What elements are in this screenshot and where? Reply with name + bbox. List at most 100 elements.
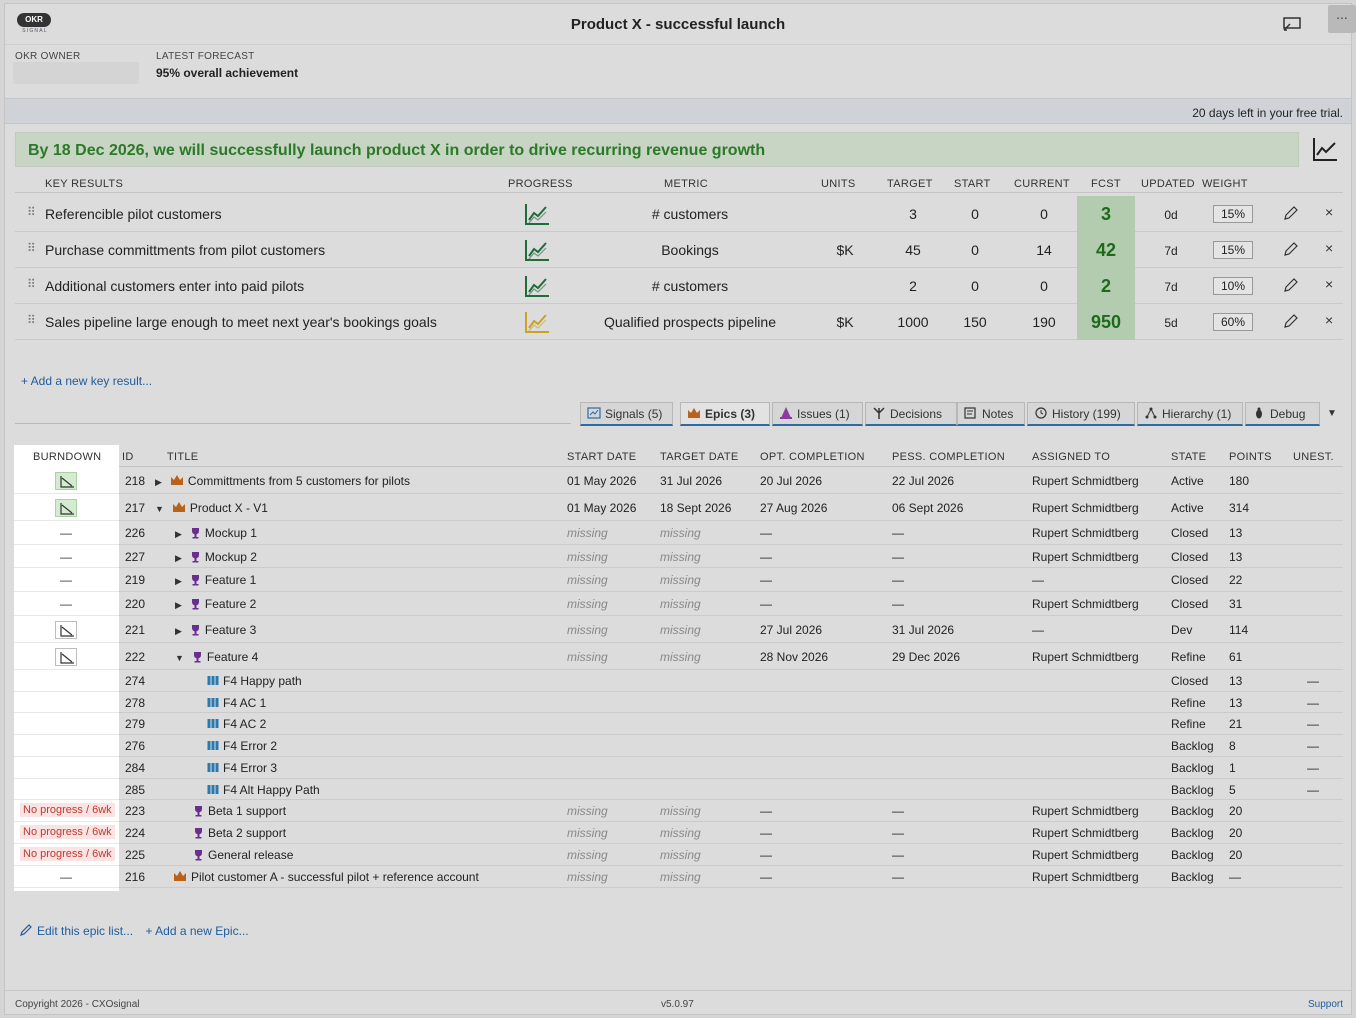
drag-handle-icon[interactable]: ⠿ [27,277,36,291]
drag-handle-icon[interactable]: ⠿ [27,313,36,327]
epic-row[interactable]: 218 ▶ Committments from 5 customers for pi… [119,467,1343,494]
kr-title[interactable]: Referencible pilot customers [45,206,222,222]
epic-row[interactable]: 284 F4 Error 3 Backlog 1 — [119,757,1343,779]
epic-title-cell[interactable]: ▼ Feature 4 [175,650,258,664]
epic-pess-completion: 22 Jul 2026 [892,474,955,488]
epic-title-cell[interactable]: F4 Happy path [207,674,302,688]
delete-icon[interactable]: × [1325,204,1333,220]
kr-weight-input[interactable]: 15% [1213,241,1253,259]
expand-toggle-icon[interactable]: ▶ [175,553,182,563]
progress-chart-icon[interactable] [524,202,550,226]
drag-handle-icon[interactable]: ⠿ [27,205,36,219]
tab-notes[interactable]: Notes [957,402,1025,426]
epic-row[interactable]: 221 ▶ Feature 3 missing missing 27 Jul 2026 31… [119,616,1343,643]
expand-toggle-icon[interactable]: ▶ [155,477,162,487]
epic-title-cell[interactable]: Beta 2 support [175,826,286,840]
progress-chart-icon[interactable] [524,274,550,298]
tab-label: Decisions [890,407,943,421]
burndown-chart-icon[interactable] [55,621,77,639]
collapse-toggle-icon[interactable]: ▼ [175,653,184,663]
epic-row[interactable]: 222 ▼ Feature 4 missing missing 28 Nov 2026 29… [119,643,1343,670]
epic-row[interactable]: 223 Beta 1 support missing missing — — Rupert … [119,800,1343,822]
key-result-row[interactable]: ⠿ Sales pipeline large enough to meet nex… [15,304,1343,340]
kr-title[interactable]: Purchase committments from pilot custome… [45,242,325,258]
burndown-chart-icon[interactable] [55,648,77,666]
burndown-chart-icon[interactable] [55,499,77,517]
key-result-row[interactable]: ⠿ Referencible pilot customers # customers… [15,196,1343,232]
progress-chart-icon[interactable] [524,238,550,262]
expand-toggle-icon[interactable]: ▶ [175,626,182,636]
tab-issues[interactable]: Issues (1) [772,402,863,426]
epic-title-cell[interactable]: ▼ Product X - V1 [155,501,268,515]
add-key-result-link[interactable]: + Add a new key result... [21,374,152,388]
kr-weight-input[interactable]: 10% [1213,277,1253,295]
tab-epics[interactable]: Epics (3) [680,402,770,426]
expand-toggle-icon[interactable]: ▶ [175,600,182,610]
kr-title[interactable]: Additional customers enter into paid pil… [45,278,304,294]
kr-title[interactable]: Sales pipeline large enough to meet next… [45,314,437,330]
collapse-toggle-icon[interactable]: ▼ [155,504,164,514]
epic-row[interactable]: 276 F4 Error 2 Backlog 8 — [119,735,1343,757]
key-result-row[interactable]: ⠿ Additional customers enter into paid pi… [15,268,1343,304]
epic-title-cell[interactable]: F4 Error 3 [207,761,277,775]
epic-row[interactable]: 219 ▶ Feature 1 missing missing — — — Closed 22 [119,568,1343,592]
trend-chart-icon[interactable] [1311,135,1339,163]
epic-crown-icon [170,475,184,486]
epic-title-cell[interactable]: F4 AC 2 [207,717,266,731]
delete-icon[interactable]: × [1325,240,1333,256]
more-menu-button[interactable]: ... [1328,5,1356,33]
edit-icon[interactable] [1283,241,1299,257]
tab-decisions[interactable]: Decisions [865,402,957,426]
epic-row[interactable]: 278 F4 AC 1 Refine 13 — [119,692,1343,713]
delete-icon[interactable]: × [1325,312,1333,328]
epic-title-cell[interactable]: F4 Error 2 [207,739,277,753]
expand-toggle-icon[interactable]: ▶ [175,529,182,539]
okr-owner-value[interactable] [13,62,139,84]
support-link[interactable]: Support [1308,999,1343,1010]
epic-row[interactable]: 227 ▶ Mockup 2 missing missing — — Rupert Schmi… [119,545,1343,568]
epic-row[interactable]: 285 F4 Alt Happy Path Backlog 5 — [119,779,1343,800]
tab-history[interactable]: History (199) [1027,402,1135,426]
edit-pencil-icon[interactable] [19,923,33,937]
burndown-chart-icon[interactable] [55,472,77,490]
epic-title-cell[interactable]: Pilot customer A - successful pilot + re… [155,870,479,884]
epic-opt-completion: — [760,870,772,884]
expand-toggle-icon[interactable]: ▶ [175,576,182,586]
edit-icon[interactable] [1283,205,1299,221]
edit-epic-list-link[interactable]: Edit this epic list... [37,924,133,938]
epic-row[interactable]: 226 ▶ Mockup 1 missing missing — — Rupert Schmi… [119,521,1343,545]
kr-weight-input[interactable]: 15% [1213,205,1253,223]
kr-weight-input[interactable]: 60% [1213,313,1253,331]
progress-chart-icon[interactable] [524,310,550,334]
epic-title-cell[interactable]: General release [175,848,293,862]
epic-title-cell[interactable]: ▶ Mockup 2 [175,550,257,564]
tab-signals[interactable]: Signals (5) [580,402,673,426]
delete-icon[interactable]: × [1325,276,1333,292]
edit-icon[interactable] [1283,313,1299,329]
epic-unestimated: — [1307,674,1319,688]
epic-title-cell[interactable]: ▶ Mockup 1 [175,526,257,540]
present-icon[interactable] [1281,15,1303,33]
epic-title-cell[interactable]: ▶ Feature 1 [175,573,256,587]
epic-title-cell[interactable]: F4 Alt Happy Path [207,783,320,797]
epic-row[interactable]: 274 F4 Happy path Closed 13 — [119,670,1343,692]
epic-row[interactable]: 279 F4 AC 2 Refine 21 — [119,713,1343,735]
tab-debug[interactable]: Debug [1245,402,1320,426]
drag-handle-icon[interactable]: ⠿ [27,241,36,255]
epic-title-cell[interactable]: F4 AC 1 [207,696,266,710]
epic-row[interactable]: 225 General release missing missing — — Rupert… [119,844,1343,866]
epic-row[interactable]: 217 ▼ Product X - V1 01 May 2026 18 Sept 202… [119,494,1343,521]
epic-title-cell[interactable]: ▶ Committments from 5 customers for pilot… [155,474,410,488]
epic-row[interactable]: 220 ▶ Feature 2 missing missing — — Rupert Schm… [119,592,1343,616]
epic-row[interactable]: 224 Beta 2 support missing missing — — Rupert … [119,822,1343,844]
epic-row[interactable]: 216 Pilot customer A - successful pilot +… [119,866,1343,888]
epic-title-cell[interactable]: ▶ Feature 2 [175,597,256,611]
edit-icon[interactable] [1283,277,1299,293]
epic-state: Backlog [1171,739,1214,753]
tabs-dropdown-icon[interactable]: ▼ [1327,408,1337,419]
add-epic-link[interactable]: + Add a new Epic... [146,924,249,938]
epic-title-cell[interactable]: Beta 1 support [175,804,286,818]
tab-hierarchy[interactable]: Hierarchy (1) [1137,402,1243,426]
key-result-row[interactable]: ⠿ Purchase committments from pilot custom… [15,232,1343,268]
epic-title-cell[interactable]: ▶ Feature 3 [175,623,256,637]
